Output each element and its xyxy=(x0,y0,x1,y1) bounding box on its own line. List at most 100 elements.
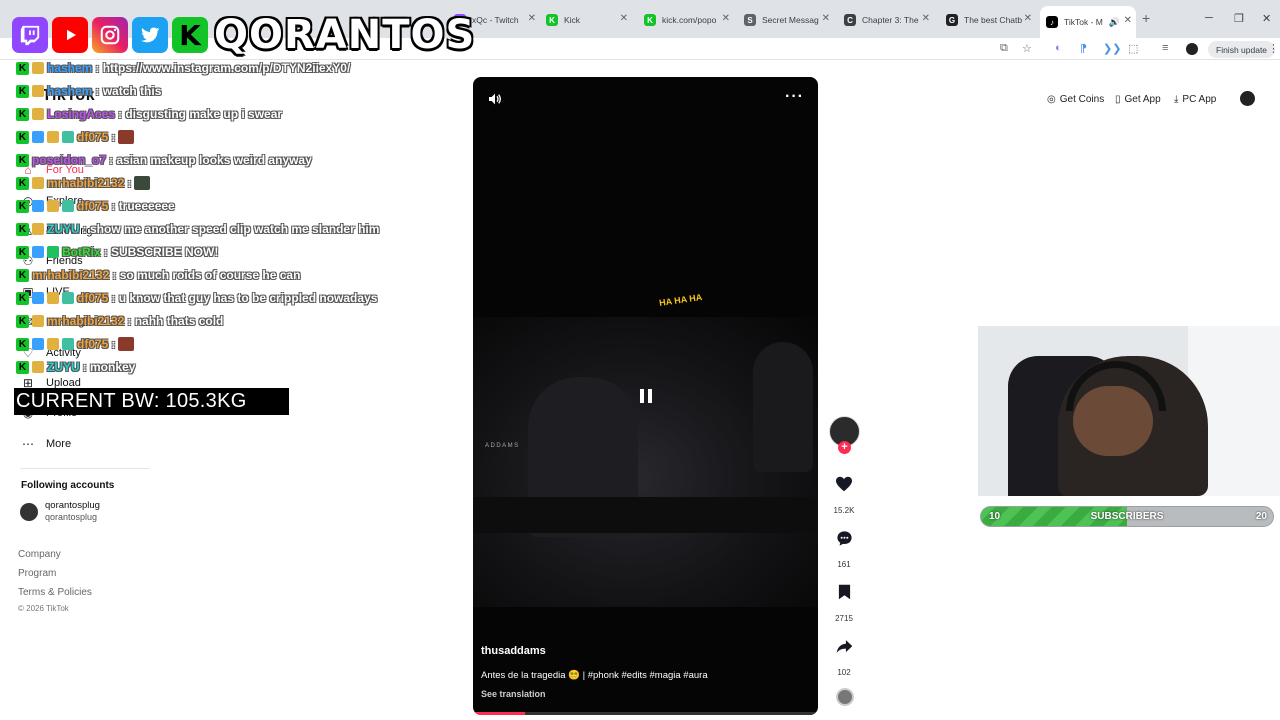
close-tab-icon[interactable]: ✕ xyxy=(922,13,930,24)
share-button[interactable] xyxy=(833,635,855,657)
chat-text: : https://www.instagram.com/p/DTYN2iiexY… xyxy=(95,61,351,75)
chat-badge-icon xyxy=(62,131,74,143)
following-accounts-title: Following accounts xyxy=(21,480,115,491)
sidebar-item-more[interactable]: ⋯ More xyxy=(20,434,71,454)
user-avatar[interactable] xyxy=(1240,91,1255,106)
chat-message: Kmrhabibi2132: xyxy=(16,173,151,193)
pause-icon[interactable] xyxy=(639,388,653,404)
chat-badge-icon xyxy=(32,177,44,189)
chat-badge-icon xyxy=(32,338,44,350)
chat-username: poseidon_o7 xyxy=(32,153,107,167)
video-figure xyxy=(753,342,813,472)
see-translation-link[interactable]: See translation xyxy=(481,689,546,699)
video-caption: Antes de la tragedia 😵‍💫 | #phonk #edits… xyxy=(481,670,708,681)
get-coins-link[interactable]: ◎ Get Coins xyxy=(1047,93,1104,106)
translate-icon[interactable]: ⁋ xyxy=(1080,42,1087,55)
volume-icon[interactable] xyxy=(487,91,503,107)
tab-kick-popo[interactable]: K kick.com/popo ✕ xyxy=(638,8,734,32)
extensions-puzzle-icon[interactable]: ⬚ xyxy=(1128,42,1138,55)
footer-link-terms[interactable]: Terms & Policies xyxy=(18,587,92,598)
tab-label: The best Chatb xyxy=(964,15,1023,25)
profile-avatar-icon[interactable] xyxy=(1186,43,1198,55)
chat-badge-icon xyxy=(32,361,44,373)
tab-label: xQc - Twitch xyxy=(472,15,519,25)
kick-badge-icon: K xyxy=(16,337,29,351)
more-options-icon[interactable]: ··· xyxy=(785,89,804,105)
tab-best-chatbot[interactable]: G The best Chatb ✕ xyxy=(940,8,1036,32)
finish-update-button[interactable]: Finish update xyxy=(1208,41,1276,58)
tab-chapter-3[interactable]: C Chapter 3: The ✕ xyxy=(838,8,934,32)
pc-app-link[interactable]: ⤓ PC App xyxy=(1174,93,1216,106)
video-progress-fill xyxy=(473,712,525,715)
chat-message: Khashem: watch this xyxy=(16,81,161,101)
chat-text: : u know that guy has to be crippled now… xyxy=(111,291,378,305)
subscriber-goal-bar: 10 SUBSCRIBERS 20 xyxy=(980,506,1274,527)
speaker-icon[interactable]: 🔊 xyxy=(1109,17,1120,28)
chat-text: : asian makeup looks weird anyway xyxy=(109,153,312,167)
kebab-menu-icon[interactable]: ⋮ xyxy=(1268,42,1279,55)
screenshot-icon[interactable]: ⧉ xyxy=(1000,42,1008,55)
kick-badge-icon: K xyxy=(16,107,29,121)
close-tab-icon[interactable]: ✕ xyxy=(1124,15,1132,26)
chat-message: Kposeidon_o7: asian makeup looks weird a… xyxy=(16,150,312,170)
bookmark-star-icon[interactable]: ☆ xyxy=(1022,42,1032,55)
chat-username: df075 xyxy=(77,130,109,144)
chat-text: : xyxy=(111,337,116,351)
kick-badge-icon: K xyxy=(16,130,29,144)
creator-name[interactable]: thusaddams xyxy=(481,645,546,657)
chat-badge-icon xyxy=(32,246,44,258)
chat-badge-icon xyxy=(62,292,74,304)
video-progress-bar[interactable] xyxy=(473,712,818,715)
following-account[interactable]: qorantosplug qorantosplug xyxy=(20,500,100,523)
minimize-icon[interactable]: ─ xyxy=(1205,12,1213,24)
chat-badge-icon xyxy=(32,292,44,304)
extension-icon[interactable]: ◐ xyxy=(1055,42,1062,54)
close-tab-icon[interactable]: ✕ xyxy=(620,13,628,24)
close-tab-icon[interactable]: ✕ xyxy=(722,13,730,24)
like-button[interactable] xyxy=(833,473,855,495)
get-coins-label: Get Coins xyxy=(1059,94,1105,105)
like-count: 15.2K xyxy=(833,506,855,515)
tab-tiktok[interactable]: ♪ TikTok - M 🔊 ✕ xyxy=(1040,6,1136,38)
chat-text: : xyxy=(127,176,132,190)
chat-username: mrhabibi2132 xyxy=(47,176,125,190)
tab-secret-messages[interactable]: S Secret Messag ✕ xyxy=(738,8,834,32)
footer-link-company[interactable]: Company xyxy=(18,549,61,560)
chat-badge-icon xyxy=(32,223,44,235)
chat-text: : show me another speed clip watch me sl… xyxy=(82,222,380,236)
kick-badge-icon: K xyxy=(16,314,29,328)
tiktok-icon: ♪ xyxy=(1046,16,1058,28)
save-button[interactable] xyxy=(833,581,855,603)
chat-text: : disgusting make up i swear xyxy=(118,107,283,121)
close-window-icon[interactable]: ✕ xyxy=(1262,12,1271,25)
close-tab-icon[interactable]: ✕ xyxy=(1024,13,1032,24)
chat-text: : nahh thats cold xyxy=(127,314,224,328)
sub-label: SUBSCRIBERS xyxy=(1090,511,1164,522)
footer-link-program[interactable]: Program xyxy=(18,568,56,579)
chat-username: df075 xyxy=(77,291,109,305)
chat-message: Kmrhabibi2132: nahh thats cold xyxy=(16,311,223,331)
kick-icon: K xyxy=(644,14,656,26)
chat-badge-icon xyxy=(47,292,59,304)
chat-message: Khashem: https://www.instagram.com/p/DTY… xyxy=(16,58,350,78)
sidebar-item-label: More xyxy=(46,438,72,450)
kick-badge-icon: K xyxy=(16,222,29,236)
video-player[interactable]: ··· HA HA HA ADDAMS thusaddams Antes de … xyxy=(473,77,818,715)
tab-kick[interactable]: K Kick ✕ xyxy=(540,8,632,32)
music-disc-icon[interactable] xyxy=(836,688,854,706)
kick-badge-icon: K xyxy=(16,245,29,259)
get-app-link[interactable]: ▯ Get App xyxy=(1115,93,1161,106)
current-bw-label: CURRENT BW: 105.3KG xyxy=(14,388,289,415)
close-tab-icon[interactable]: ✕ xyxy=(822,13,830,24)
reading-list-icon[interactable]: ≡ xyxy=(1162,42,1168,54)
twitch-icon xyxy=(12,17,48,53)
new-tab-icon[interactable]: + xyxy=(1142,10,1150,26)
follow-plus-icon[interactable]: + xyxy=(838,441,851,454)
close-tab-icon[interactable]: ✕ xyxy=(528,13,536,24)
audio-extension-icon[interactable]: ❯❯ xyxy=(1103,42,1121,55)
twitter-icon xyxy=(132,17,168,53)
chat-username: BotRix xyxy=(62,245,101,259)
maximize-icon[interactable]: ❐ xyxy=(1234,12,1244,25)
comment-button[interactable] xyxy=(833,527,855,549)
video-table xyxy=(473,497,818,533)
